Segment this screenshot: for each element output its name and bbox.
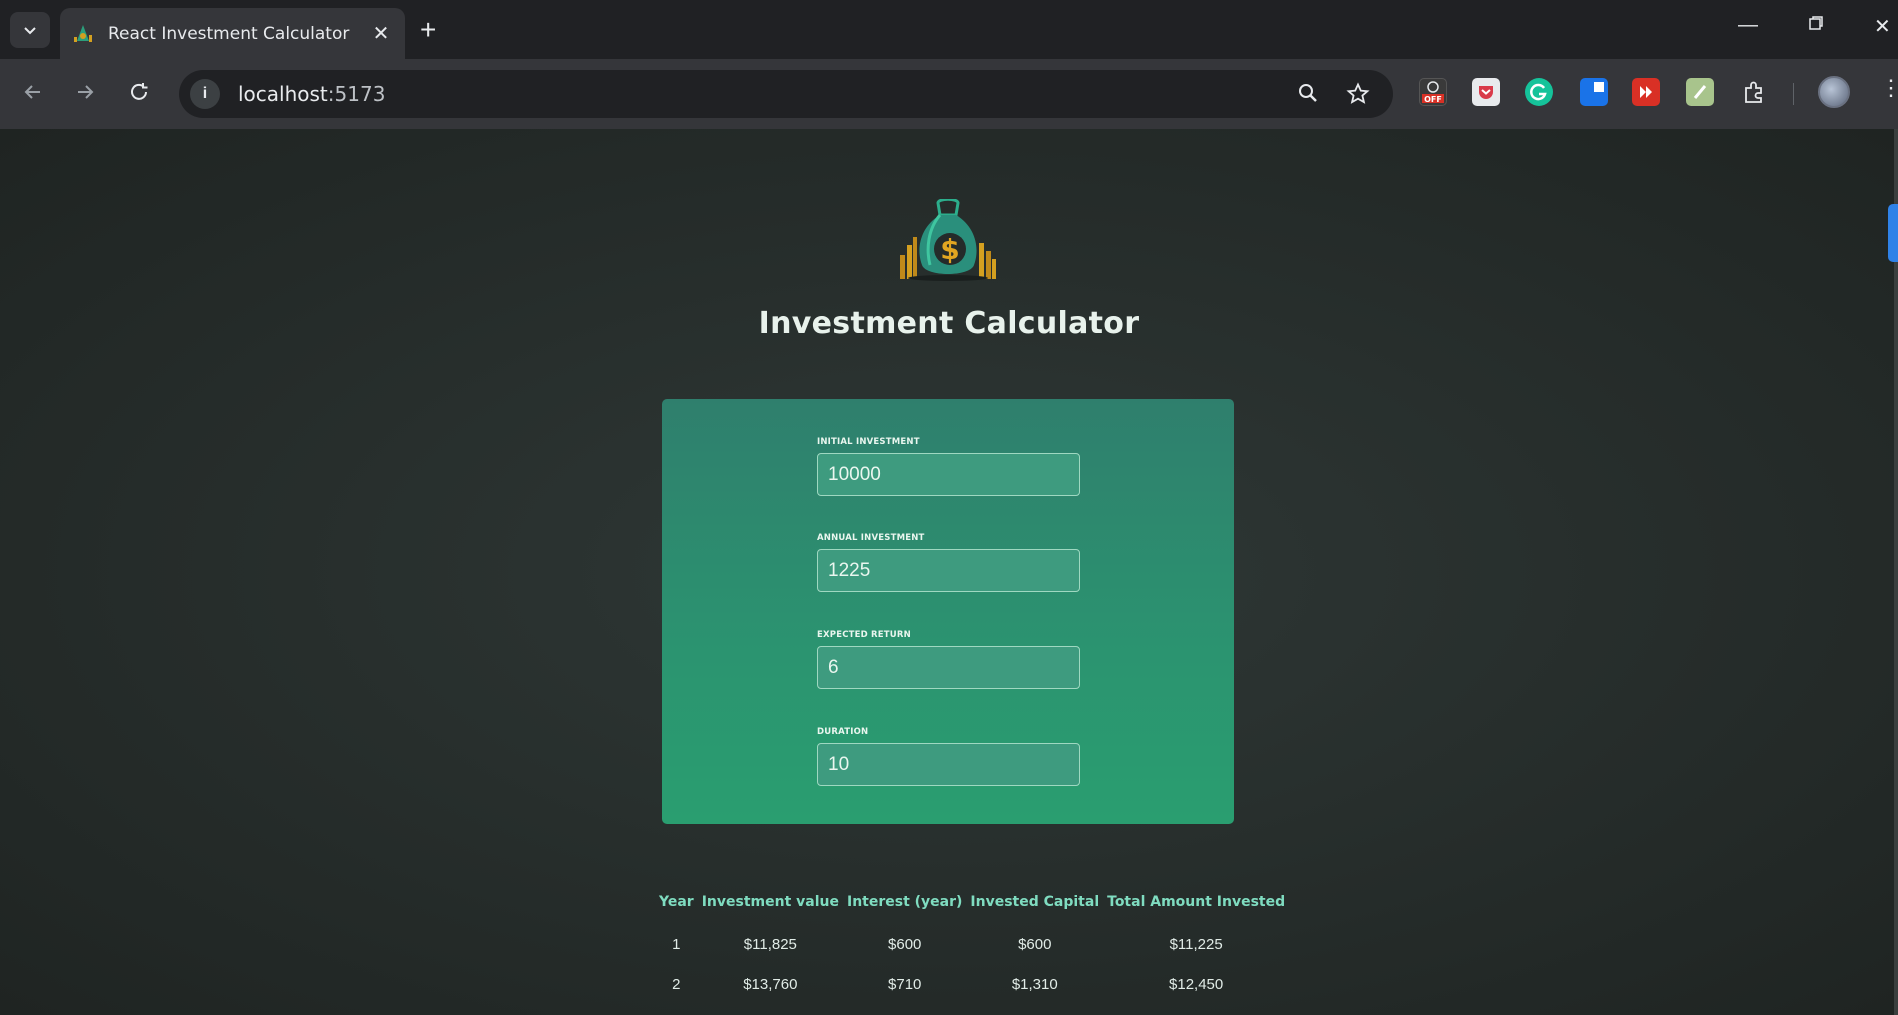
- expected-return-input[interactable]: [817, 646, 1080, 689]
- total-amount-invested-cell: $11,225: [1169, 935, 1223, 953]
- zoom-icon[interactable]: [1297, 82, 1319, 110]
- svg-text:OFF: OFF: [1424, 95, 1442, 104]
- expected-return-group: Expected Return: [817, 630, 1080, 689]
- browser-tab[interactable]: React Investment Calculator ✕: [60, 8, 405, 59]
- money-bag-logo-icon: $: [900, 199, 996, 281]
- total-amount-invested-cell: $12,450: [1169, 975, 1224, 993]
- grammarly-icon[interactable]: [1525, 78, 1553, 106]
- invested-capital-cell: $1,310: [1011, 975, 1058, 993]
- initial-investment-group: Initial Investment: [817, 437, 1080, 496]
- initial-investment-input[interactable]: [817, 453, 1080, 496]
- interest-year-header: Interest (year): [846, 894, 963, 910]
- forward-arrow-icon[interactable]: [74, 81, 96, 110]
- results-header-row: Year Investment value Interest (year) In…: [655, 894, 1289, 924]
- duration-input[interactable]: [817, 743, 1080, 786]
- interest-year-cell: $600: [888, 935, 922, 953]
- invested-capital-cell: $600: [1018, 935, 1052, 953]
- initial-investment-label: Initial Investment: [817, 437, 920, 447]
- back-arrow-icon[interactable]: [22, 81, 44, 110]
- interest-year-cell: $710: [888, 975, 922, 993]
- scrollbar-thumb[interactable]: [1888, 204, 1898, 262]
- year-header: Year: [659, 894, 694, 910]
- year-cell: 1: [672, 935, 681, 953]
- year-cell: 2: [672, 975, 681, 993]
- tab-title: React Investment Calculator: [108, 23, 350, 44]
- results-table: Year Investment value Interest (year) In…: [655, 894, 1289, 1004]
- annual-investment-group: Annual Investment: [817, 533, 1080, 592]
- expected-return-label: Expected Return: [817, 630, 911, 640]
- restore-icon[interactable]: [1808, 14, 1824, 37]
- minimize-icon[interactable]: —: [1738, 14, 1758, 37]
- tab-search-button[interactable]: [10, 12, 50, 48]
- profile-avatar[interactable]: [1818, 76, 1850, 108]
- table-row: 1 $11,825 $600 $600 $11,225: [655, 924, 1289, 964]
- notes-extension-icon[interactable]: [1686, 78, 1714, 106]
- site-info-icon[interactable]: i: [190, 79, 220, 109]
- money-bag-favicon-icon: [74, 24, 92, 42]
- svg-text:$: $: [940, 233, 959, 266]
- browser-tab-strip: React Investment Calculator ✕ + — ✕: [0, 0, 1898, 59]
- total-amount-invested-header: Total Amount Invested: [1107, 894, 1286, 910]
- investment-value-cell: $13,760: [743, 975, 798, 993]
- investment-value-header: Investment value: [701, 894, 839, 910]
- off-extension-icon[interactable]: OFF: [1419, 78, 1447, 106]
- duration-label: Duration: [817, 727, 869, 737]
- page-title: Investment Calculator: [758, 306, 1140, 341]
- annual-investment-label: Annual Investment: [817, 533, 925, 543]
- blue-extension-icon[interactable]: [1580, 78, 1608, 106]
- pocket-icon[interactable]: [1472, 78, 1500, 106]
- address-bar[interactable]: i localhost:5173: [179, 70, 1393, 118]
- reload-icon[interactable]: [128, 81, 150, 110]
- table-row: 2 $13,760 $710 $1,310 $12,450: [655, 964, 1289, 1004]
- bookmark-star-icon[interactable]: [1346, 82, 1370, 112]
- new-tab-button[interactable]: +: [420, 14, 436, 46]
- close-tab-icon[interactable]: ✕: [369, 21, 393, 46]
- red-extension-icon[interactable]: [1632, 78, 1660, 106]
- url-text: localhost:5173: [238, 82, 386, 106]
- investment-input-card: Initial Investment Annual Investment Exp…: [662, 399, 1234, 824]
- toolbar-separator: [1793, 83, 1794, 105]
- invested-capital-header: Invested Capital: [970, 894, 1100, 910]
- chevron-down-icon: [24, 27, 36, 35]
- browser-toolbar: i localhost:5173 OFF ⋮: [0, 59, 1898, 129]
- close-window-icon[interactable]: ✕: [1874, 14, 1891, 39]
- extensions-puzzle-icon[interactable]: [1740, 78, 1768, 106]
- investment-value-cell: $11,825: [743, 935, 797, 953]
- page-viewport: $ Investment Calculator Initial Investme…: [0, 129, 1898, 1015]
- duration-group: Duration: [817, 727, 1080, 786]
- annual-investment-input[interactable]: [817, 549, 1080, 592]
- more-menu-icon[interactable]: ⋮: [1880, 75, 1898, 101]
